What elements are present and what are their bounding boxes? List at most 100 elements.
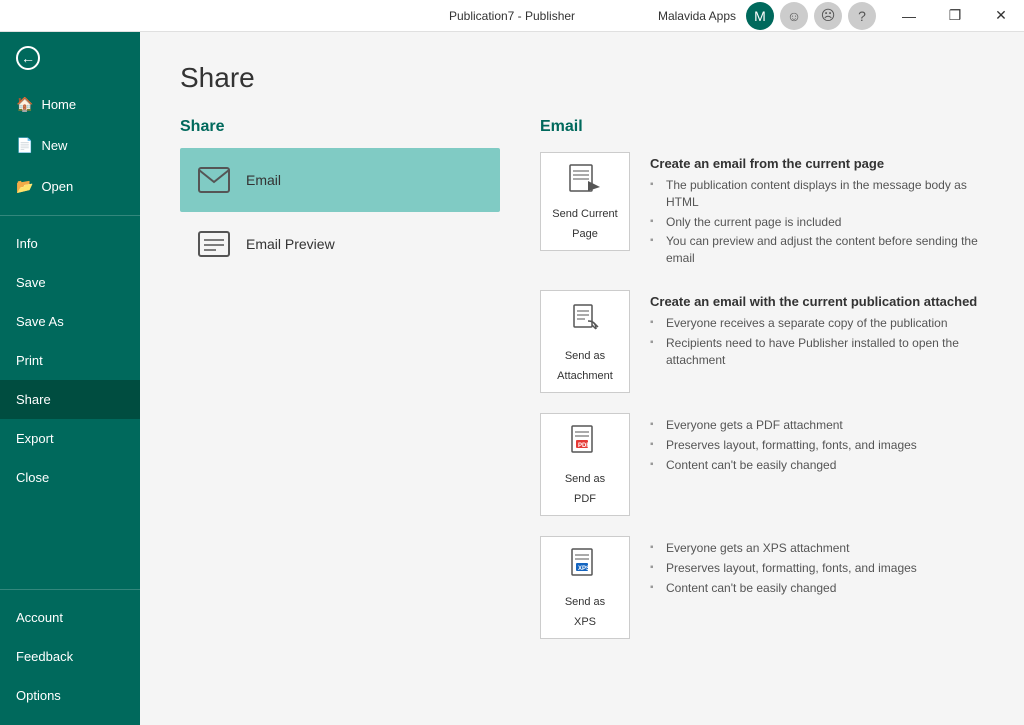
sidebar-account-label: Account [16,610,63,625]
send-as-xps-label-2: XPS [574,616,596,628]
send-as-xps-button[interactable]: XPS Send as XPS [540,536,630,639]
send-current-page-label-2: Page [572,228,598,240]
send-current-page-button[interactable]: Send Current Page [540,152,630,251]
send-as-attachment-icon [568,301,602,342]
send-as-xps-bullets: Everyone gets an XPS attachment Preserve… [650,540,984,596]
back-icon: ← [16,46,40,70]
svg-text:PDF: PDF [578,443,590,449]
send-as-attachment-details: Create an email with the current publica… [650,290,984,371]
sidebar-item-save[interactable]: Save [0,263,140,302]
sidebar-item-info[interactable]: Info [0,224,140,263]
send-as-xps-label-1: Send as [565,596,605,608]
share-option-email[interactable]: Email [180,148,500,212]
close-button[interactable]: ✕ [978,0,1024,32]
share-option-email-preview[interactable]: Email Preview [180,212,500,276]
bullet-item: Everyone gets an XPS attachment [650,540,984,557]
svg-text:XPS: XPS [578,566,590,572]
back-button[interactable]: ← [0,32,140,84]
titlebar-icons: Malavida Apps M ☺ ☹ ? [648,2,886,30]
sidebar-saveas-label: Save As [16,314,64,329]
restore-button[interactable]: ❐ [932,0,978,32]
sidebar-info-label: Info [16,236,38,251]
send-as-pdf-icon: PDF [568,424,602,465]
malavida-label: Malavida Apps [658,9,736,23]
emoji-happy-icon: ☺ [780,2,808,30]
email-option-label: Email [246,172,281,188]
sidebar-item-share[interactable]: Share [0,380,140,419]
help-icon[interactable]: ? [848,2,876,30]
bullet-item: Preserves layout, formatting, fonts, and… [650,560,984,577]
send-as-attachment-button[interactable]: Send as Attachment [540,290,630,393]
send-as-pdf-button[interactable]: PDF Send as PDF [540,413,630,516]
sidebar-home-label: Home [41,97,76,112]
sidebar-bottom: Account Feedback Options [0,581,140,725]
sidebar-item-account[interactable]: Account [0,598,140,637]
sidebar-new-label: New [41,138,67,153]
sidebar-item-export[interactable]: Export [0,419,140,458]
email-option-send-as-attachment: Send as Attachment Create an email with … [540,290,984,393]
sidebar-divider-1 [0,215,140,216]
sidebar-item-open[interactable]: 📂 Open [0,166,140,207]
sidebar-item-save-as[interactable]: Save As [0,302,140,341]
right-panel: Email Send Curren [540,118,984,659]
send-as-xps-details: Everyone gets an XPS attachment Preserve… [650,536,984,599]
titlebar-title: Publication7 - Publisher [449,9,575,23]
sidebar-item-options[interactable]: Options [0,676,140,715]
send-current-page-label-1: Send Current [552,208,617,220]
left-panel: Share Email [180,118,500,659]
bullet-item: Only the current page is included [650,214,984,231]
sidebar-options-label: Options [16,688,61,703]
minimize-button[interactable]: — [886,0,932,32]
bullet-item: You can preview and adjust the content b… [650,233,984,267]
send-as-pdf-label-2: PDF [574,493,596,505]
sidebar-open-label: Open [41,179,73,194]
email-section-title: Email [540,118,984,136]
send-current-page-title: Create an email from the current page [650,156,984,171]
app-container: ← 🏠 Home 📄 New 📂 Open Info Save Save As … [0,32,1024,725]
sidebar-item-close[interactable]: Close [0,458,140,497]
share-layout: Share Email [180,118,984,659]
send-as-attachment-title: Create an email with the current publica… [650,294,984,309]
sidebar-item-new[interactable]: 📄 New [0,125,140,166]
sidebar-feedback-label: Feedback [16,649,73,664]
home-icon: 🏠 [16,96,33,113]
share-section-title: Share [180,118,500,136]
sidebar-save-label: Save [16,275,46,290]
open-icon: 📂 [16,178,33,195]
bullet-item: Everyone gets a PDF attachment [650,417,984,434]
main-content: Share Share Email [140,32,1024,725]
bullet-item: Recipients need to have Publisher instal… [650,335,984,369]
email-option-send-current-page: Send Current Page Create an email from t… [540,152,984,270]
email-option-send-as-pdf: PDF Send as PDF Everyone gets a PDF atta… [540,413,984,516]
sidebar-item-home[interactable]: 🏠 Home [0,84,140,125]
send-as-pdf-label-1: Send as [565,473,605,485]
email-preview-icon [196,226,232,262]
send-current-page-icon [568,163,602,200]
sidebar-item-print[interactable]: Print [0,341,140,380]
sidebar-export-label: Export [16,431,54,446]
sidebar-item-feedback[interactable]: Feedback [0,637,140,676]
bullet-item: Preserves layout, formatting, fonts, and… [650,437,984,454]
sidebar-close-label: Close [16,470,49,485]
send-as-pdf-bullets: Everyone gets a PDF attachment Preserves… [650,417,984,473]
bullet-item: Content can't be easily changed [650,580,984,597]
send-as-attachment-label-1: Send as [565,350,605,362]
sidebar-print-label: Print [16,353,43,368]
sidebar-share-label: Share [16,392,51,407]
sidebar-divider-2 [0,589,140,590]
send-as-pdf-details: Everyone gets a PDF attachment Preserves… [650,413,984,476]
email-icon [196,162,232,198]
send-as-attachment-label-2: Attachment [557,370,613,382]
sidebar: ← 🏠 Home 📄 New 📂 Open Info Save Save As … [0,32,140,725]
new-icon: 📄 [16,137,33,154]
bullet-item: The publication content displays in the … [650,177,984,211]
titlebar: Publication7 - Publisher Malavida Apps M… [0,0,1024,32]
email-preview-label: Email Preview [246,236,335,252]
send-current-page-bullets: The publication content displays in the … [650,177,984,267]
send-as-attachment-bullets: Everyone receives a separate copy of the… [650,315,984,368]
email-option-send-as-xps: XPS Send as XPS Everyone gets an XPS att… [540,536,984,639]
page-title: Share [180,62,984,94]
send-as-xps-icon: XPS [568,547,602,588]
send-current-page-details: Create an email from the current page Th… [650,152,984,270]
bullet-item: Content can't be easily changed [650,457,984,474]
